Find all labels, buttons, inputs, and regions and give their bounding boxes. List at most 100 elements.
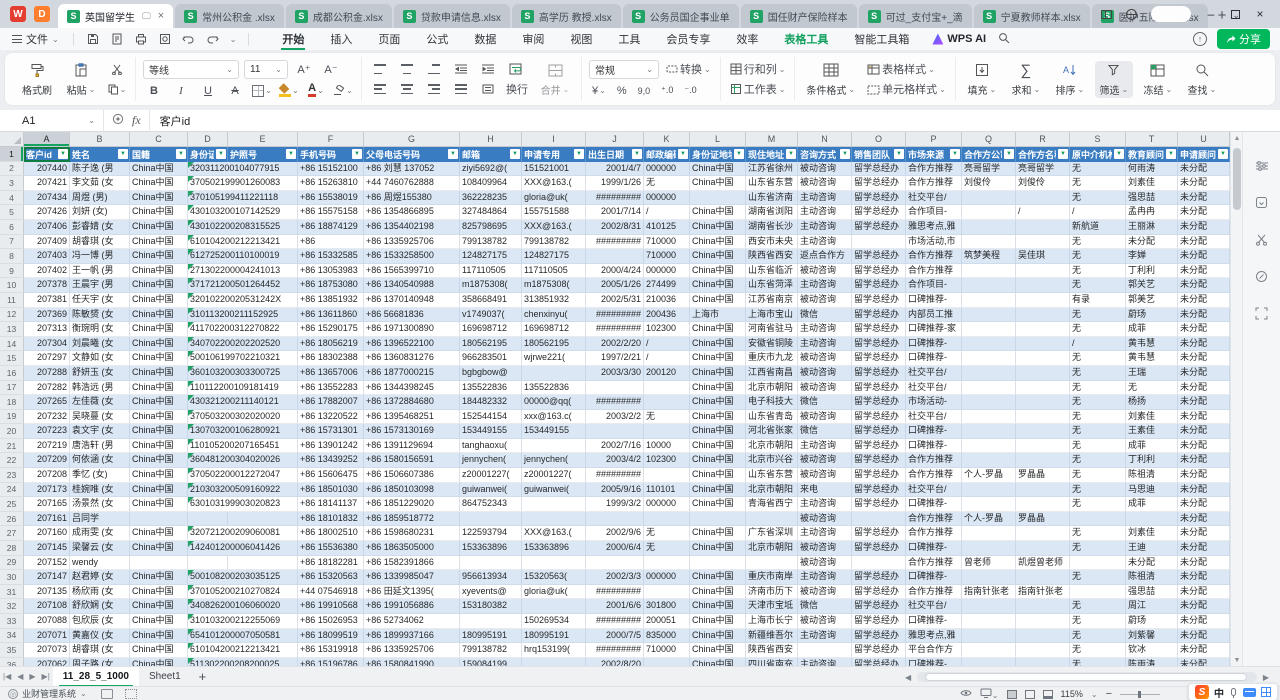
cell[interactable] <box>522 599 586 614</box>
cell[interactable]: 北京市朝阳 <box>746 439 798 454</box>
cell[interactable]: +86 1859518772 <box>364 512 460 527</box>
cell[interactable]: 825798695 <box>460 220 522 235</box>
cell[interactable]: China中国 <box>130 308 188 323</box>
header-cell[interactable]: 出生日期▼ <box>586 147 644 162</box>
ime-keyboard-icon[interactable] <box>1243 688 1256 697</box>
cell[interactable]: 陈雨涛 <box>1126 658 1178 666</box>
cell[interactable]: China中国 <box>690 585 746 600</box>
cell[interactable]: China中国 <box>130 322 188 337</box>
wps-ai-button[interactable]: WPS AI <box>932 33 986 45</box>
cell[interactable] <box>1016 191 1070 206</box>
cell[interactable]: 320311200104077915 <box>188 162 228 177</box>
cell[interactable] <box>852 235 906 250</box>
header-cell[interactable]: 合作方名称▼ <box>1016 147 1070 162</box>
cell[interactable]: +86 13552283 <box>298 381 364 396</box>
pen-tool-icon[interactable] <box>1254 269 1269 284</box>
cell[interactable]: 无 <box>1070 483 1126 498</box>
cell[interactable]: 117110505 <box>460 264 522 279</box>
cell[interactable]: 966283501 <box>460 351 522 366</box>
cell[interactable]: 未分配 <box>1178 176 1230 191</box>
column-header-M[interactable]: M <box>746 132 798 146</box>
cell[interactable]: 无 <box>1070 235 1126 250</box>
cell[interactable]: +86 15152100 <box>298 162 364 177</box>
cell[interactable]: ######### <box>586 308 644 323</box>
cell[interactable] <box>644 512 690 527</box>
percent-button[interactable]: % <box>614 83 630 99</box>
cell[interactable]: +86 1335925706 <box>364 235 460 250</box>
cell[interactable]: 留学总经办 <box>852 468 906 483</box>
cell[interactable] <box>1016 526 1070 541</box>
cell[interactable]: 155751588 <box>522 205 586 220</box>
cell[interactable]: China中国 <box>690 176 746 191</box>
menu-tab-审阅[interactable]: 审阅 <box>509 28 557 50</box>
capture-frame-icon[interactable] <box>1254 306 1269 321</box>
row-number[interactable]: 11 <box>0 293 24 308</box>
cell[interactable]: 江西省南昌 <box>746 366 798 381</box>
cell[interactable]: 110112200109181419 <box>188 381 228 396</box>
cell[interactable]: / <box>644 351 690 366</box>
row-number[interactable]: 20 <box>0 424 24 439</box>
cell[interactable] <box>522 366 586 381</box>
cell[interactable]: 河北省张家 <box>746 424 798 439</box>
cell[interactable]: 强思喆 <box>1126 585 1178 600</box>
cell[interactable]: 159084199 <box>460 658 522 666</box>
italic-button[interactable]: I <box>170 83 192 99</box>
cell[interactable] <box>130 556 188 571</box>
cell[interactable] <box>1016 570 1070 585</box>
merge-button[interactable]: 合并⌄ <box>536 61 574 98</box>
cell[interactable]: 未分配 <box>1178 293 1230 308</box>
cell[interactable]: 返点合作方 <box>798 249 852 264</box>
properties-icon[interactable] <box>1254 158 1269 173</box>
cell[interactable]: 200051 <box>644 614 690 629</box>
cell[interactable]: 430321200211140121 <box>188 395 228 410</box>
cell[interactable]: 市场活动- <box>906 395 962 410</box>
cell[interactable]: 文静如 (女 <box>70 351 130 366</box>
cell[interactable]: 200120 <box>644 366 690 381</box>
cell[interactable]: +86 1340540988 <box>364 278 460 293</box>
cell[interactable]: +86 1573130169 <box>364 424 460 439</box>
filter-dropdown-icon[interactable]: ▼ <box>632 149 642 159</box>
cell[interactable]: 合作方推荐 <box>906 468 962 483</box>
cell[interactable]: 重庆市南岸 <box>746 570 798 585</box>
cell[interactable]: China中国 <box>690 658 746 666</box>
cell[interactable]: 口碑推荐- <box>906 439 962 454</box>
document-tab[interactable]: S英国留学生🖵× <box>58 4 173 28</box>
cell[interactable]: 无 <box>1070 453 1126 468</box>
save-icon[interactable] <box>86 32 100 46</box>
header-cell[interactable]: 身份证号▼ <box>188 147 228 162</box>
cell[interactable]: 何雨涛 <box>1126 162 1178 177</box>
cell[interactable]: 被动咨询 <box>798 512 852 527</box>
cell[interactable]: 无 <box>644 176 690 191</box>
cell[interactable]: 207219 <box>24 439 70 454</box>
filter-dropdown-icon[interactable]: ▼ <box>1058 149 1068 159</box>
clear-format-button[interactable]: ⌄ <box>332 83 354 99</box>
row-number[interactable]: 23 <box>0 468 24 483</box>
cell[interactable]: 2000/6/4 <box>586 541 644 556</box>
cell[interactable]: 无 <box>1070 278 1126 293</box>
cell[interactable]: 合作方推荐 <box>906 264 962 279</box>
cell[interactable]: +86 1506607386 <box>364 468 460 483</box>
cell[interactable]: 留学总经办 <box>852 439 906 454</box>
filter-dropdown-icon[interactable]: ▼ <box>1218 149 1228 159</box>
row-number[interactable]: 2 <box>0 162 24 177</box>
cell[interactable]: +86 18141137 <box>298 497 364 512</box>
file-menu[interactable]: 文件⌄ <box>0 31 67 47</box>
cell[interactable]: +86 18099519 <box>298 629 364 644</box>
cell[interactable]: 口碑推荐- <box>906 293 962 308</box>
cell[interactable]: China中国 <box>130 599 188 614</box>
cell[interactable]: 社交平台/ <box>906 410 962 425</box>
cell[interactable]: China中国 <box>690 366 746 381</box>
cell[interactable]: wjrwe221( <box>522 351 586 366</box>
horizontal-scrollbar[interactable]: ◀ ▶ <box>902 671 1272 683</box>
cell[interactable]: 207232 <box>24 410 70 425</box>
cell[interactable]: 四川省南充 <box>746 658 798 666</box>
convert-button[interactable]: 转换⌄ <box>664 61 713 77</box>
filter-dropdown-icon[interactable]: ▼ <box>510 149 520 159</box>
cell[interactable]: 任天宇 (女 <box>70 293 130 308</box>
cell[interactable]: +86 17882007 <box>298 395 364 410</box>
cell[interactable]: +86 15332585 <box>298 249 364 264</box>
cell[interactable]: 平台合作方 <box>906 643 962 658</box>
cell[interactable] <box>228 512 298 527</box>
filter-dropdown-icon[interactable]: ▼ <box>574 149 584 159</box>
cell[interactable] <box>962 308 1016 323</box>
